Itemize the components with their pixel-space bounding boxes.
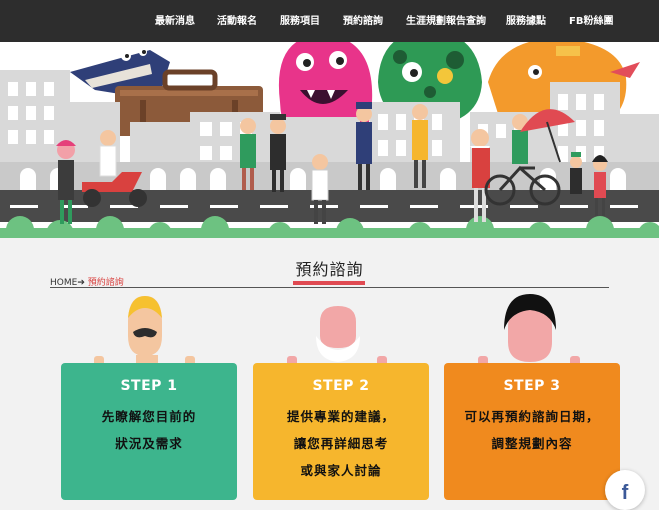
nav-item-services[interactable]: 服務項目: [280, 0, 320, 42]
nav-item-career-report[interactable]: 生涯規劃報告查詢: [406, 0, 486, 42]
nav-item-locations[interactable]: 服務據點: [506, 0, 546, 42]
breadcrumb-current: 預約諮詢: [87, 278, 124, 288]
breadcrumb: HOME➔ 預約諮詢: [50, 275, 124, 288]
hero-illustration: [0, 42, 659, 238]
nav-item-booking[interactable]: 預約諮詢: [343, 0, 383, 42]
facebook-share-button[interactable]: f: [605, 470, 645, 510]
step-text-line: 可以再預約諮詢日期，: [464, 409, 600, 424]
step-text-line: 調整規劃內容: [491, 436, 573, 451]
step-title: STEP 3: [503, 378, 561, 394]
step-card-1: STEP 1 先瞭解您目前的 狀況及需求: [61, 363, 237, 500]
title-underline: [293, 281, 365, 285]
nav-item-event-registration[interactable]: 活動報名: [217, 0, 257, 42]
arrow-right-icon: ➔: [77, 278, 85, 288]
step-title: STEP 2: [312, 378, 370, 394]
breadcrumb-home-link[interactable]: HOME: [50, 278, 77, 288]
nav-item-news[interactable]: 最新消息: [155, 0, 195, 42]
step-text-line: 提供專業的建議，: [286, 409, 395, 424]
person-child-green-hat: [570, 152, 582, 194]
step-text-line: 或與家人討論: [300, 463, 382, 478]
step-text-line: 先瞭解您目前的: [101, 409, 197, 424]
nav-item-facebook-fans[interactable]: FB粉絲團: [569, 0, 613, 42]
step-text-line: 狀況及需求: [115, 436, 183, 451]
top-navigation: 最新消息 活動報名 服務項目 預約諮詢 生涯規劃報告查詢 服務據點 FB粉絲團: [0, 0, 659, 42]
step-card-2: STEP 2 提供專業的建議， 讓您再詳細思考 或與家人討論: [253, 363, 429, 500]
step-text-line: 讓您再詳細思考: [293, 436, 389, 451]
title-divider: [50, 287, 609, 288]
step-title: STEP 1: [120, 378, 178, 394]
facebook-icon: f: [621, 482, 629, 504]
city-street-illustration: [0, 42, 659, 238]
step-card-3: STEP 3 可以再預約諮詢日期， 調整規劃內容: [444, 363, 620, 500]
